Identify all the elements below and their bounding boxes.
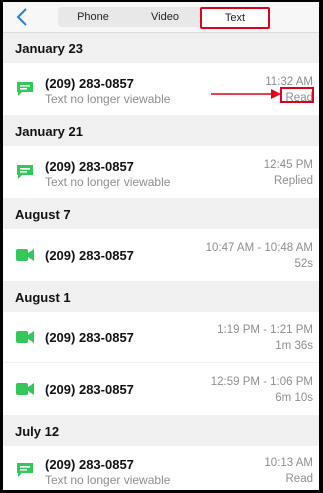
section-header: July 12: [3, 416, 319, 446]
section-header: August 1: [3, 282, 319, 312]
video-icon: [16, 383, 34, 395]
time-range: 10:47 AM - 10:48 AM: [205, 242, 313, 254]
timestamp: 10:13 AM: [264, 457, 313, 469]
phone-number: (209) 283-0857: [45, 330, 134, 345]
status-label: Read: [285, 473, 314, 485]
list-item[interactable]: (209) 283-0857 1:19 PM - 1:21 PM 1m 36s: [3, 312, 319, 362]
annotation-arrow-icon: [211, 89, 281, 99]
video-icon: [16, 249, 34, 261]
phone-number: (209) 283-0857: [45, 159, 134, 174]
message-preview: Text no longer viewable: [45, 175, 171, 189]
list-item[interactable]: (209) 283-0857 Text no longer viewable 1…: [3, 146, 319, 198]
status-label: Replied: [274, 175, 313, 187]
phone-number: (209) 283-0857: [45, 382, 134, 397]
message-preview: Text no longer viewable: [45, 92, 171, 106]
list-item[interactable]: (209) 283-0857 Text no longer viewable 1…: [3, 446, 319, 490]
section-label: August 1: [15, 290, 71, 305]
section-label: January 23: [15, 41, 83, 56]
back-chevron-icon[interactable]: [13, 6, 33, 28]
time-range: 1:19 PM - 1:21 PM: [217, 324, 313, 336]
tab-video[interactable]: Video: [130, 7, 200, 27]
highlight-box: [280, 87, 314, 103]
section-label: July 12: [15, 424, 60, 439]
list-item[interactable]: (209) 283-0857 10:47 AM - 10:48 AM 52s: [3, 229, 319, 281]
message-preview: Text no longer viewable: [45, 473, 171, 487]
section-header: August 7: [3, 199, 319, 229]
phone-number: (209) 283-0857: [45, 248, 134, 263]
message-icon: [17, 82, 33, 96]
tab-text[interactable]: Text: [200, 7, 270, 29]
video-icon: [16, 331, 34, 343]
list-item[interactable]: (209) 283-0857 12:59 PM - 1:06 PM 6m 10s: [3, 363, 319, 415]
time-range: 12:59 PM - 1:06 PM: [210, 376, 313, 388]
timestamp: 12:45 PM: [263, 159, 313, 171]
section-header: January 21: [3, 116, 319, 146]
phone-number: (209) 283-0857: [45, 76, 134, 91]
call-duration: 52s: [294, 258, 313, 270]
section-label: January 21: [15, 124, 83, 139]
call-duration: 6m 10s: [275, 392, 313, 404]
section-header: January 23: [3, 33, 319, 63]
call-duration: 1m 36s: [275, 340, 313, 352]
phone-number: (209) 283-0857: [45, 457, 134, 472]
section-label: August 7: [15, 207, 71, 222]
top-bar: Phone Video Text: [3, 2, 319, 33]
message-icon: [17, 463, 33, 477]
screen: Phone Video Text January 23 (209) 283-08…: [3, 2, 319, 490]
message-icon: [17, 165, 33, 179]
tab-phone[interactable]: Phone: [58, 7, 128, 27]
segmented-control: Phone Video Text: [58, 7, 270, 29]
